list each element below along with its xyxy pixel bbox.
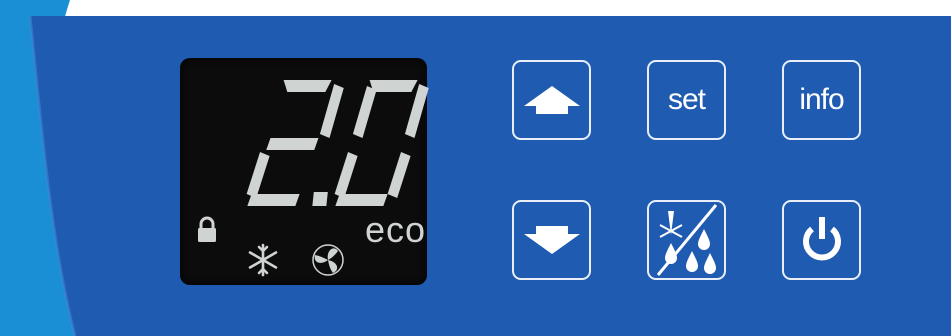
set-button-label: set <box>667 83 706 116</box>
power-button[interactable] <box>782 200 861 280</box>
set-button[interactable]: set <box>647 60 726 140</box>
down-button[interactable] <box>512 200 591 280</box>
control-panel <box>0 0 951 336</box>
arrow-down-icon <box>523 226 580 254</box>
power-icon <box>802 217 841 261</box>
lcd-display <box>180 58 427 285</box>
info-button-label: info <box>799 83 844 116</box>
up-button[interactable] <box>512 60 591 140</box>
arrow-up-icon <box>523 86 580 114</box>
mode-label: eco <box>365 209 427 250</box>
panel-background <box>0 0 951 336</box>
defrost-drops-icon <box>656 204 717 276</box>
info-button[interactable]: info <box>782 60 861 140</box>
defrost-button[interactable] <box>647 200 726 280</box>
